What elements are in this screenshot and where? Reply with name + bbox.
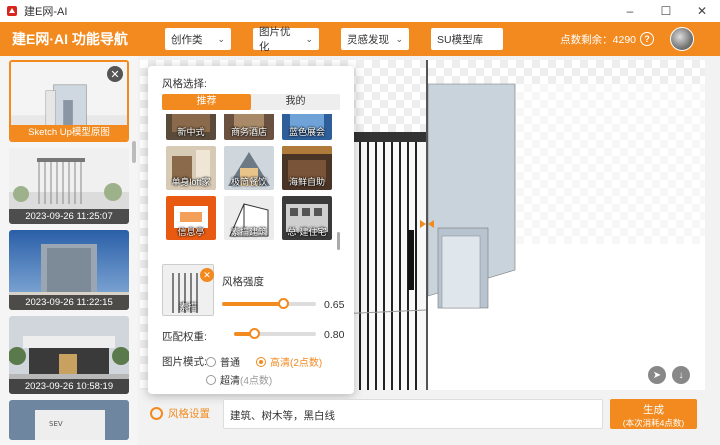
style-settings-button[interactable]: 风格设置: [150, 406, 210, 421]
style-tile[interactable]: 新中式: [166, 114, 216, 140]
style-tile[interactable]: 总·建住宅: [282, 196, 332, 240]
nav-creation-dropdown[interactable]: 创作类 ⌄: [165, 28, 231, 50]
chevron-down-icon: ⌄: [395, 33, 403, 44]
strength-label: 风格强度: [222, 276, 264, 288]
style-tile-label: 商务酒店: [230, 127, 267, 137]
send-icon[interactable]: ➤: [648, 366, 666, 384]
history-sidebar: ✕ Sketch Up模型原图 2023-09-26 11:25:07 2023…: [0, 56, 138, 445]
tab-recommended[interactable]: 推荐: [162, 94, 251, 110]
style-tile[interactable]: 商务酒店: [224, 114, 274, 140]
style-tile-label: 信息亭: [177, 227, 205, 237]
history-item[interactable]: 2023-09-26 11:25:07: [9, 148, 129, 224]
history-caption: 2023-09-26 11:22:15: [9, 295, 129, 310]
chevron-down-icon: ⌄: [305, 33, 313, 44]
compare-divider-handle[interactable]: [426, 60, 428, 390]
mode-hd-radio[interactable]: 高清 (2点数): [256, 354, 322, 369]
style-selection-panel: 风格选择: 推荐 我的 新中式 商务酒店 蓝色展会 单身loft家 极简餐饮 海…: [148, 66, 354, 394]
render-thumbnail: SEV: [9, 400, 129, 440]
chevron-down-icon: ⌄: [217, 33, 225, 44]
svg-text:SEV: SEV: [49, 420, 63, 428]
generate-label: 生成: [643, 404, 664, 416]
style-tile-grid: 新中式 商务酒店 蓝色展会 单身loft家 极简餐饮 海鲜自助 信息亭 素描建筑…: [166, 114, 342, 254]
strength-value: 0.65: [324, 299, 345, 311]
match-weight-value: 0.80: [324, 329, 345, 341]
style-tile-label: 素描建筑: [230, 227, 267, 237]
mode-ultra-radio[interactable]: 超清 (4点数): [206, 372, 272, 387]
app-header: 建E网·AI 功能导航 创作类 ⌄ 图片优化 ⌄ 灵感发现 ⌄ SU模型库 点数剩余：…: [0, 22, 720, 56]
gear-icon: [150, 407, 163, 420]
brand-title: 建E网·AI 功能导航: [12, 31, 128, 47]
match-weight-slider[interactable]: [234, 328, 316, 339]
radio-indicator: [206, 356, 216, 367]
radio-sublabel: (4点数): [240, 376, 273, 387]
nav-label: 创作类: [171, 33, 203, 46]
style-tile-label: 极简餐饮: [230, 177, 267, 187]
history-item[interactable]: 2023-09-26 11:22:15: [9, 230, 129, 310]
history-item-original[interactable]: ✕ Sketch Up模型原图: [9, 60, 129, 142]
nav-image-optimize-dropdown[interactable]: 图片优化 ⌄: [253, 26, 319, 53]
radio-indicator: [256, 356, 266, 367]
history-item[interactable]: 2023-09-26 10:58:19: [9, 316, 129, 394]
generate-button[interactable]: 生成 (本次消耗4点数): [610, 399, 697, 429]
nav-su-model-library[interactable]: SU模型库: [431, 28, 503, 50]
app-logo-icon: [7, 6, 17, 16]
style-settings-label: 风格设置: [168, 408, 210, 420]
style-tile-label: 新中式: [177, 127, 205, 137]
download-icon[interactable]: ↓: [672, 366, 690, 384]
style-panel-title: 风格选择:: [162, 78, 207, 90]
style-tile[interactable]: 蓝色展会: [282, 114, 332, 140]
style-tile-label: 单身loft家: [171, 177, 211, 187]
radio-sublabel: (2点数): [290, 358, 323, 369]
style-tab-switch: 推荐 我的: [162, 94, 340, 110]
match-weight-slider-handle[interactable]: [249, 328, 260, 339]
sidebar-scrollbar[interactable]: [132, 141, 136, 163]
close-icon[interactable]: ✕: [107, 66, 123, 82]
remove-style-icon[interactable]: ✕: [200, 268, 214, 282]
style-tile[interactable]: 单身loft家: [166, 146, 216, 190]
nav-label: 灵感发现: [347, 33, 389, 46]
minimize-button[interactable]: –: [612, 0, 648, 22]
radio-label: 高清: [270, 358, 290, 369]
close-window-button[interactable]: ✕: [684, 0, 720, 22]
style-tile[interactable]: 信息亭: [166, 196, 216, 240]
radio-label: 普通: [220, 358, 240, 369]
history-caption: 2023-09-26 11:25:07: [9, 209, 129, 224]
radio-indicator: [206, 374, 216, 385]
maximize-button[interactable]: ☐: [648, 0, 684, 22]
image-mode-label: 图片模式:: [162, 356, 207, 368]
match-weight-label: 匹配权重:: [162, 331, 207, 343]
style-tile-label: 总·建住宅: [287, 227, 327, 237]
avatar[interactable]: [670, 27, 694, 51]
strength-slider[interactable]: [222, 298, 316, 309]
history-item[interactable]: SEV: [9, 400, 129, 440]
prompt-input[interactable]: 建筑、树木等，黑白线: [223, 399, 603, 429]
help-icon[interactable]: ?: [640, 32, 654, 46]
generate-cost-label: (本次消耗4点数): [622, 418, 685, 428]
selected-style-label: 素描: [178, 302, 197, 312]
style-tile-label: 海鲜自助: [288, 177, 325, 187]
style-tile[interactable]: 素描建筑: [224, 196, 274, 240]
history-caption: Sketch Up模型原图: [11, 125, 127, 140]
bottom-bar: 风格设置 建筑、树木等，黑白线 生成 (本次消耗4点数): [140, 396, 705, 436]
points-remaining: 点数剩余：4290: [560, 34, 636, 46]
nav-label: 图片优化: [259, 26, 291, 53]
style-grid-scrollbar[interactable]: [337, 232, 340, 250]
strength-slider-handle[interactable]: [278, 298, 289, 309]
style-tile-label: 蓝色展会: [288, 127, 325, 137]
history-caption: 2023-09-26 10:58:19: [9, 379, 129, 394]
mode-normal-radio[interactable]: 普通: [206, 354, 240, 369]
window-titlebar: 建E网-AI – ☐ ✕: [0, 0, 720, 22]
style-tile[interactable]: 海鲜自助: [282, 146, 332, 190]
tab-mine[interactable]: 我的: [251, 94, 340, 110]
nav-inspiration-dropdown[interactable]: 灵感发现 ⌄: [341, 28, 409, 50]
window-title: 建E网-AI: [24, 6, 68, 18]
nav-label: SU模型库: [437, 33, 484, 46]
radio-label: 超清: [220, 376, 240, 387]
style-tile[interactable]: 极简餐饮: [224, 146, 274, 190]
